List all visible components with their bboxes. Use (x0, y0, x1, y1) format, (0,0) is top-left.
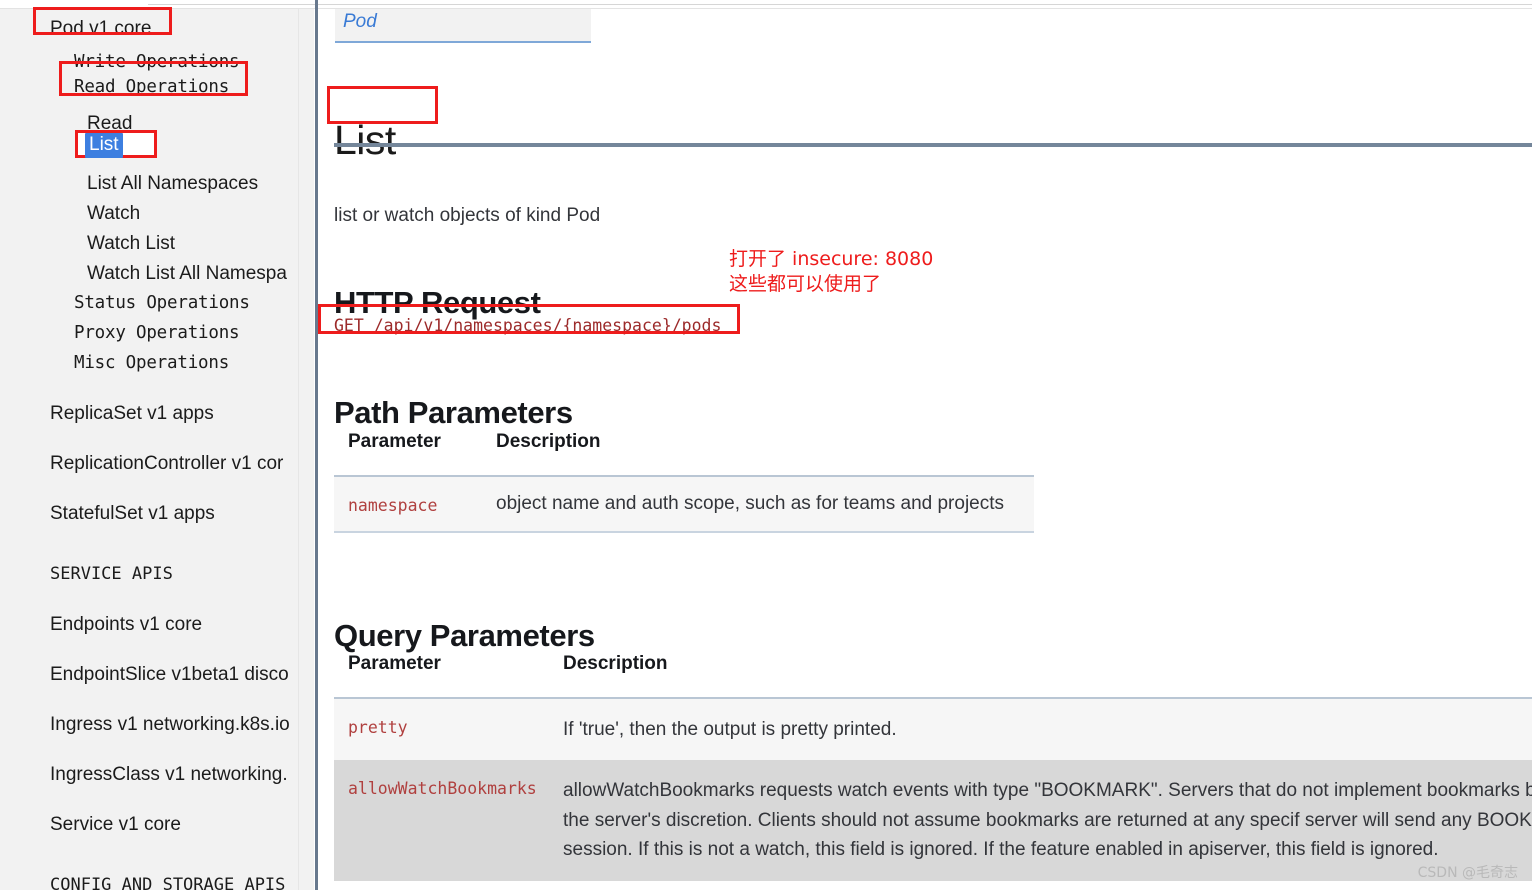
sidebar-item-watch-list-all-namespa[interactable]: Watch List All Namespa (87, 264, 287, 283)
sidebar-item-label: EndpointSlice v1beta1 disco (50, 664, 289, 685)
query-parameters-table: Parameter Description pretty If 'true', … (334, 653, 1532, 881)
table-row: allowWatchBookmarks allowWatchBookmarks … (334, 760, 1532, 881)
sidebar-item-label: CONFIG AND STORAGE APIS (50, 875, 286, 890)
page-title: List (334, 117, 396, 164)
sidebar-item-label: SERVICE APIS (50, 564, 173, 584)
parameter-description: If 'true', then the output is pretty pri… (549, 698, 1532, 761)
breadcrumb-link-pod[interactable]: Pod (343, 11, 377, 33)
sidebar-scrollbar[interactable] (298, 9, 612, 890)
sidebar-item-label: Watch (87, 203, 141, 224)
table-row: namespace object name and auth scope, su… (334, 476, 1034, 533)
annotation-line-2: 这些都可以使用了 (729, 272, 882, 295)
sidebar-item-label: Service v1 core (50, 814, 181, 835)
sidebar-item-label: Watch List All Namespa (87, 263, 287, 284)
sidebar-item-label: Endpoints v1 core (50, 614, 203, 635)
sidebar-item-replicaset-v1-apps[interactable]: ReplicaSet v1 apps (50, 404, 214, 423)
sidebar-item-read[interactable]: Read (87, 114, 132, 133)
sidebar-item-label: ReplicationController v1 cor (50, 453, 284, 474)
parameter-description: object name and auth scope, such as for … (484, 476, 1034, 533)
sidebar-item-list-selected[interactable]: List (85, 133, 123, 158)
sidebar-item-label: Watch List (87, 233, 175, 254)
sidebar-navigation: Pod v1 core Write Operations Read Operatio… (0, 9, 298, 890)
sidebar-item-label: Ingress v1 networking.k8s.io (50, 714, 290, 735)
sidebar-item-label: ReplicaSet v1 apps (50, 403, 214, 424)
sidebar-item-label: StatefulSet v1 apps (50, 503, 215, 524)
sidebar-nav-list: Pod v1 core Write Operations Read Operatio… (0, 9, 298, 890)
sidebar-item-label: IngressClass v1 networking. (50, 764, 288, 785)
sidebar-item-endpoints-v1-core[interactable]: Endpoints v1 core (50, 615, 202, 634)
sidebar-item-label: Pod v1 core (50, 18, 152, 39)
sidebar-item-label: Misc Operations (74, 353, 230, 373)
sidebar-item-read-operations[interactable]: Read Operations (74, 77, 230, 97)
section-heading-http-request: HTTP Request (334, 284, 541, 320)
sidebar-item-watch-list[interactable]: Watch List (87, 234, 175, 253)
column-header-parameter: Parameter (334, 653, 549, 699)
sidebar-item-pod-v1-core[interactable]: Pod v1 core (50, 19, 151, 38)
sidebar-item-label: Status Operations (74, 293, 250, 313)
parameter-description: allowWatchBookmarks requests watch event… (549, 760, 1532, 881)
parameter-name: namespace (334, 476, 484, 533)
sidebar-item-label: List All Namespaces (87, 173, 259, 194)
sidebar-item-watch[interactable]: Watch (87, 204, 140, 223)
section-heading-query-parameters: Query Parameters (334, 617, 595, 653)
section-heading-path-parameters: Path Parameters (334, 394, 573, 430)
path-parameters-table: Parameter Description namespace object n… (334, 431, 1034, 533)
table-row: pretty If 'true', then the output is pre… (334, 698, 1532, 761)
sidebar-item-ingressclass-v1-networking[interactable]: IngressClass v1 networking. (50, 765, 288, 784)
table-header-row: Parameter Description (334, 653, 1532, 699)
sidebar-item-status-operations[interactable]: Status Operations (74, 293, 250, 313)
sidebar-item-ingress-v1-networking-k8s-io[interactable]: Ingress v1 networking.k8s.io (50, 715, 290, 734)
app-window: Pod v1 core Write Operations Read Operatio… (0, 0, 1532, 890)
breadcrumb: Pod (335, 9, 591, 43)
sidebar-item-label: Read Operations (74, 77, 230, 97)
sidebar-item-label: Read (87, 113, 133, 134)
sidebar-item-list-all-namespaces[interactable]: List All Namespaces (87, 174, 258, 193)
table-header-row: Parameter Description (334, 431, 1034, 477)
sidebar-item-endpointslice-v1beta1-disco[interactable]: EndpointSlice v1beta1 disco (50, 665, 289, 684)
column-header-description: Description (549, 653, 1532, 699)
http-request-code-line: GET /api/v1/namespaces/{namespace}/pods (334, 316, 722, 335)
sidebar-item-write-operations[interactable]: Write Operations (74, 52, 240, 72)
parameter-name: pretty (334, 698, 549, 761)
sidebar-item-service-apis[interactable]: SERVICE APIS (50, 566, 173, 583)
column-header-parameter: Parameter (334, 431, 484, 477)
user-annotation-note: 打开了 insecure: 8080 这些都可以使用了 (729, 247, 933, 296)
sidebar-item-label: Write Operations (74, 52, 240, 72)
page-description: list or watch objects of kind Pod (334, 205, 601, 226)
sidebar-item-label: Proxy Operations (74, 323, 240, 343)
parameter-name: allowWatchBookmarks (334, 760, 549, 881)
sidebar-item-statefulset-v1-apps[interactable]: StatefulSet v1 apps (50, 504, 215, 523)
title-underline-rule (334, 143, 1532, 147)
sidebar-item-config-and-storage-apis[interactable]: CONFIG AND STORAGE APIS (50, 877, 285, 890)
top-hairline (148, 4, 1532, 5)
sidebar-item-proxy-operations[interactable]: Proxy Operations (74, 323, 240, 343)
sidebar-item-replicationcontroller-v1-cor[interactable]: ReplicationController v1 cor (50, 454, 283, 473)
sidebar-item-misc-operations[interactable]: Misc Operations (74, 353, 230, 373)
sidebar-item-service-v1-core[interactable]: Service v1 core (50, 815, 181, 834)
column-header-description: Description (484, 431, 1034, 477)
annotation-line-1: 打开了 insecure: 8080 (729, 248, 934, 270)
sidebar-item-label: List (85, 133, 123, 158)
main-content: Pod List list or watch objects of kind P… (318, 9, 1532, 890)
watermark: CSDN @毛奇志 (1417, 865, 1518, 881)
